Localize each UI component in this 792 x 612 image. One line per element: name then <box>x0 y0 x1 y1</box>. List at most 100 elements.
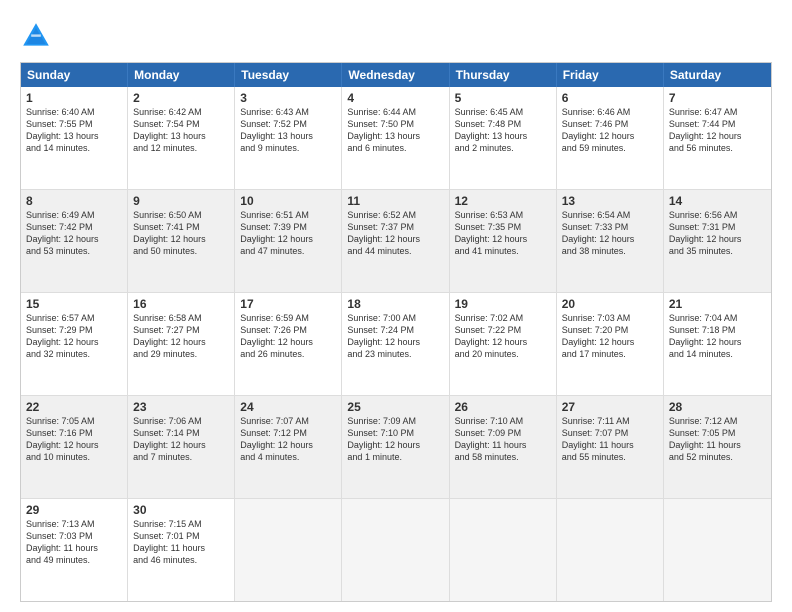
calendar: SundayMondayTuesdayWednesdayThursdayFrid… <box>20 62 772 602</box>
cell-details: Sunrise: 7:15 AMSunset: 7:01 PMDaylight:… <box>133 518 229 567</box>
day-number: 4 <box>347 91 443 105</box>
cell-details: Sunrise: 6:51 AMSunset: 7:39 PMDaylight:… <box>240 209 336 258</box>
calendar-cell: 23Sunrise: 7:06 AMSunset: 7:14 PMDayligh… <box>128 396 235 498</box>
cell-details: Sunrise: 6:44 AMSunset: 7:50 PMDaylight:… <box>347 106 443 155</box>
calendar-header-cell: Wednesday <box>342 63 449 87</box>
calendar-cell <box>557 499 664 601</box>
day-number: 26 <box>455 400 551 414</box>
calendar-cell: 13Sunrise: 6:54 AMSunset: 7:33 PMDayligh… <box>557 190 664 292</box>
day-number: 17 <box>240 297 336 311</box>
calendar-header-cell: Sunday <box>21 63 128 87</box>
calendar-cell: 14Sunrise: 6:56 AMSunset: 7:31 PMDayligh… <box>664 190 771 292</box>
calendar-cell: 1Sunrise: 6:40 AMSunset: 7:55 PMDaylight… <box>21 87 128 189</box>
day-number: 29 <box>26 503 122 517</box>
calendar-cell: 29Sunrise: 7:13 AMSunset: 7:03 PMDayligh… <box>21 499 128 601</box>
cell-details: Sunrise: 7:12 AMSunset: 7:05 PMDaylight:… <box>669 415 766 464</box>
calendar-header-cell: Thursday <box>450 63 557 87</box>
calendar-cell <box>235 499 342 601</box>
day-number: 28 <box>669 400 766 414</box>
cell-details: Sunrise: 6:50 AMSunset: 7:41 PMDaylight:… <box>133 209 229 258</box>
day-number: 25 <box>347 400 443 414</box>
calendar-cell: 10Sunrise: 6:51 AMSunset: 7:39 PMDayligh… <box>235 190 342 292</box>
calendar-cell: 16Sunrise: 6:58 AMSunset: 7:27 PMDayligh… <box>128 293 235 395</box>
cell-details: Sunrise: 6:47 AMSunset: 7:44 PMDaylight:… <box>669 106 766 155</box>
calendar-cell: 4Sunrise: 6:44 AMSunset: 7:50 PMDaylight… <box>342 87 449 189</box>
header <box>20 16 772 52</box>
cell-details: Sunrise: 6:43 AMSunset: 7:52 PMDaylight:… <box>240 106 336 155</box>
day-number: 6 <box>562 91 658 105</box>
cell-details: Sunrise: 6:54 AMSunset: 7:33 PMDaylight:… <box>562 209 658 258</box>
day-number: 9 <box>133 194 229 208</box>
day-number: 8 <box>26 194 122 208</box>
calendar-cell: 25Sunrise: 7:09 AMSunset: 7:10 PMDayligh… <box>342 396 449 498</box>
calendar-week-row: 22Sunrise: 7:05 AMSunset: 7:16 PMDayligh… <box>21 396 771 499</box>
calendar-cell: 22Sunrise: 7:05 AMSunset: 7:16 PMDayligh… <box>21 396 128 498</box>
calendar-cell: 6Sunrise: 6:46 AMSunset: 7:46 PMDaylight… <box>557 87 664 189</box>
cell-details: Sunrise: 6:59 AMSunset: 7:26 PMDaylight:… <box>240 312 336 361</box>
calendar-cell: 5Sunrise: 6:45 AMSunset: 7:48 PMDaylight… <box>450 87 557 189</box>
calendar-body: 1Sunrise: 6:40 AMSunset: 7:55 PMDaylight… <box>21 87 771 601</box>
cell-details: Sunrise: 7:03 AMSunset: 7:20 PMDaylight:… <box>562 312 658 361</box>
cell-details: Sunrise: 6:53 AMSunset: 7:35 PMDaylight:… <box>455 209 551 258</box>
cell-details: Sunrise: 6:40 AMSunset: 7:55 PMDaylight:… <box>26 106 122 155</box>
cell-details: Sunrise: 6:56 AMSunset: 7:31 PMDaylight:… <box>669 209 766 258</box>
calendar-header-cell: Monday <box>128 63 235 87</box>
day-number: 1 <box>26 91 122 105</box>
cell-details: Sunrise: 6:52 AMSunset: 7:37 PMDaylight:… <box>347 209 443 258</box>
calendar-cell: 12Sunrise: 6:53 AMSunset: 7:35 PMDayligh… <box>450 190 557 292</box>
day-number: 16 <box>133 297 229 311</box>
calendar-cell: 20Sunrise: 7:03 AMSunset: 7:20 PMDayligh… <box>557 293 664 395</box>
calendar-cell <box>664 499 771 601</box>
day-number: 18 <box>347 297 443 311</box>
cell-details: Sunrise: 6:57 AMSunset: 7:29 PMDaylight:… <box>26 312 122 361</box>
calendar-cell: 11Sunrise: 6:52 AMSunset: 7:37 PMDayligh… <box>342 190 449 292</box>
day-number: 13 <box>562 194 658 208</box>
calendar-cell <box>342 499 449 601</box>
day-number: 10 <box>240 194 336 208</box>
calendar-cell: 28Sunrise: 7:12 AMSunset: 7:05 PMDayligh… <box>664 396 771 498</box>
day-number: 5 <box>455 91 551 105</box>
day-number: 11 <box>347 194 443 208</box>
calendar-cell: 9Sunrise: 6:50 AMSunset: 7:41 PMDaylight… <box>128 190 235 292</box>
day-number: 20 <box>562 297 658 311</box>
day-number: 22 <box>26 400 122 414</box>
calendar-cell: 2Sunrise: 6:42 AMSunset: 7:54 PMDaylight… <box>128 87 235 189</box>
calendar-cell: 18Sunrise: 7:00 AMSunset: 7:24 PMDayligh… <box>342 293 449 395</box>
day-number: 27 <box>562 400 658 414</box>
day-number: 19 <box>455 297 551 311</box>
calendar-cell: 21Sunrise: 7:04 AMSunset: 7:18 PMDayligh… <box>664 293 771 395</box>
cell-details: Sunrise: 6:45 AMSunset: 7:48 PMDaylight:… <box>455 106 551 155</box>
logo-icon <box>20 20 52 52</box>
day-number: 21 <box>669 297 766 311</box>
calendar-header: SundayMondayTuesdayWednesdayThursdayFrid… <box>21 63 771 87</box>
calendar-cell: 17Sunrise: 6:59 AMSunset: 7:26 PMDayligh… <box>235 293 342 395</box>
cell-details: Sunrise: 7:04 AMSunset: 7:18 PMDaylight:… <box>669 312 766 361</box>
calendar-week-row: 1Sunrise: 6:40 AMSunset: 7:55 PMDaylight… <box>21 87 771 190</box>
cell-details: Sunrise: 7:00 AMSunset: 7:24 PMDaylight:… <box>347 312 443 361</box>
cell-details: Sunrise: 7:10 AMSunset: 7:09 PMDaylight:… <box>455 415 551 464</box>
day-number: 23 <box>133 400 229 414</box>
page: SundayMondayTuesdayWednesdayThursdayFrid… <box>0 0 792 612</box>
cell-details: Sunrise: 7:11 AMSunset: 7:07 PMDaylight:… <box>562 415 658 464</box>
day-number: 14 <box>669 194 766 208</box>
cell-details: Sunrise: 6:49 AMSunset: 7:42 PMDaylight:… <box>26 209 122 258</box>
day-number: 24 <box>240 400 336 414</box>
day-number: 2 <box>133 91 229 105</box>
calendar-cell <box>450 499 557 601</box>
day-number: 30 <box>133 503 229 517</box>
calendar-cell: 8Sunrise: 6:49 AMSunset: 7:42 PMDaylight… <box>21 190 128 292</box>
cell-details: Sunrise: 7:09 AMSunset: 7:10 PMDaylight:… <box>347 415 443 464</box>
calendar-week-row: 15Sunrise: 6:57 AMSunset: 7:29 PMDayligh… <box>21 293 771 396</box>
calendar-cell: 19Sunrise: 7:02 AMSunset: 7:22 PMDayligh… <box>450 293 557 395</box>
logo <box>20 20 56 52</box>
day-number: 12 <box>455 194 551 208</box>
cell-details: Sunrise: 6:42 AMSunset: 7:54 PMDaylight:… <box>133 106 229 155</box>
calendar-header-cell: Tuesday <box>235 63 342 87</box>
cell-details: Sunrise: 6:46 AMSunset: 7:46 PMDaylight:… <box>562 106 658 155</box>
day-number: 15 <box>26 297 122 311</box>
calendar-cell: 27Sunrise: 7:11 AMSunset: 7:07 PMDayligh… <box>557 396 664 498</box>
calendar-cell: 7Sunrise: 6:47 AMSunset: 7:44 PMDaylight… <box>664 87 771 189</box>
cell-details: Sunrise: 7:05 AMSunset: 7:16 PMDaylight:… <box>26 415 122 464</box>
cell-details: Sunrise: 7:06 AMSunset: 7:14 PMDaylight:… <box>133 415 229 464</box>
cell-details: Sunrise: 7:02 AMSunset: 7:22 PMDaylight:… <box>455 312 551 361</box>
